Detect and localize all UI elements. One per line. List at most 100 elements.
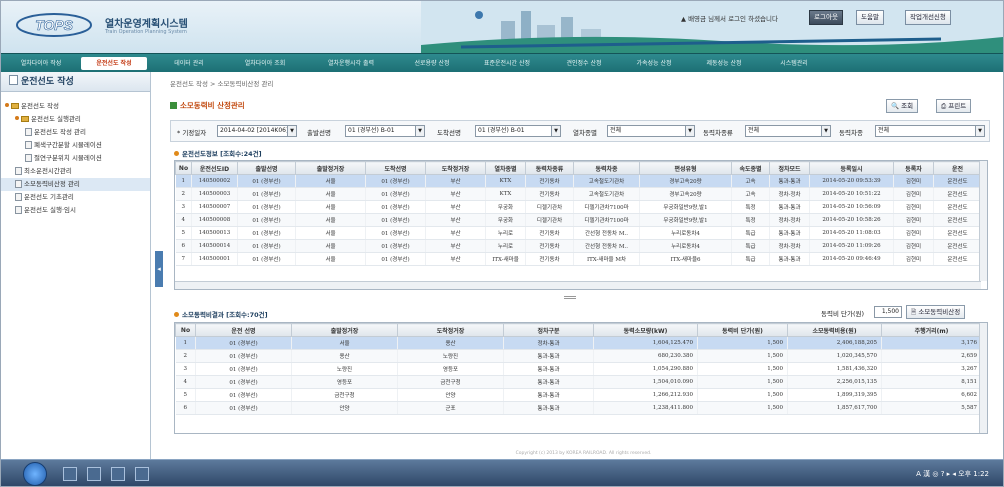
grid1-vertical-scrollbar[interactable] [979, 161, 987, 281]
table-cell: 680,230.380 [593, 349, 698, 363]
column-header[interactable]: 동력소모량(kW) [593, 323, 698, 337]
column-header[interactable]: 등록일시 [809, 161, 894, 175]
calculate-power-cost-button[interactable]: 🗎 소모동력비산정 [906, 305, 966, 319]
table-row[interactable]: 6 140500014 01 (경부선) 서울 01 (경부선) 부산 누리로 전기동차 간선형… [175, 239, 982, 253]
tree-item[interactable]: 운전선도 기초관리 [1, 191, 150, 204]
table-cell: 1,054,290.880 [593, 362, 698, 376]
explorer-icon[interactable] [87, 467, 101, 481]
column-header[interactable]: 도착정거장 [397, 323, 504, 337]
print-button[interactable]: ⎙ 프린트 [936, 99, 972, 113]
panel-splitter[interactable] [564, 296, 576, 299]
table-row[interactable]: 5 01 (경부선) 금천구청 안양 통과-통과 1,266,212.930 1,500 1,… [175, 388, 982, 402]
table-row[interactable]: 7 140500001 01 (경부선) 서울 01 (경부선) 부산 ITX-새마을 전기동… [175, 252, 982, 266]
table-cell: 부산 [425, 187, 486, 201]
date-select[interactable]: 2014-04-02 [2014K06] ▼ [217, 125, 297, 137]
table-cell: 통과-통과 [503, 375, 594, 389]
table-cell: 무궁화 [485, 213, 526, 227]
column-header[interactable]: No [175, 323, 196, 337]
tree-item[interactable]: 소모동력비산정 관리 [1, 178, 150, 191]
table-cell: 1,581,436,320 [787, 362, 882, 376]
table-row[interactable]: 4 140500008 01 (경부선) 서울 01 (경부선) 부산 무궁화 디젤기관차 디젤… [175, 213, 982, 227]
column-header[interactable]: 동력차종 [573, 161, 640, 175]
table-cell: 01 (경부선) [237, 174, 296, 188]
search-button[interactable]: 🔍 조회 [886, 99, 919, 113]
nav-item[interactable]: 가속성능 산정 [623, 57, 685, 70]
column-header[interactable]: 운전 선명 [195, 323, 292, 337]
tops-logo[interactable]: TOPS [15, 11, 93, 39]
tree-item[interactable]: 절연구분위치 시뮬레이션 [1, 152, 150, 165]
depart-line-select[interactable]: 01 (경부선) B-01 ▼ [345, 125, 425, 137]
tree-item[interactable]: 운전선도 실행·임시 [1, 204, 150, 217]
column-header[interactable]: 도착정거장 [425, 161, 486, 175]
media-icon[interactable] [111, 467, 125, 481]
table-cell: 전기동차 [525, 174, 574, 188]
nav-item[interactable]: 선로용량 산정 [403, 57, 461, 70]
table-row[interactable]: 3 01 (경부선) 노량진 영등포 통과-통과 1,054,290.880 1,500 1,… [175, 362, 982, 376]
column-header[interactable]: 출발선명 [237, 161, 296, 175]
nav-item[interactable]: 열차다이아 조회 [229, 57, 301, 70]
settings-request-button[interactable]: 작업개선신청 [905, 10, 951, 25]
nav-item[interactable]: 견인정수 산정 [553, 57, 615, 70]
column-header[interactable]: 동력비 단가(원) [697, 323, 788, 337]
tree-item[interactable]: 운전선도 작성 관리 [1, 126, 150, 139]
table-row[interactable]: 2 140500003 01 (경부선) 서울 01 (경부선) 부산 KTX 전기동차 고속철… [175, 187, 982, 201]
tree-item[interactable]: 최소운전시간관리 [1, 165, 150, 178]
page-title: 소모동력비 산정관리 [170, 100, 245, 111]
nav-item[interactable]: 제동성능 산정 [693, 57, 755, 70]
column-header[interactable]: No [175, 161, 192, 175]
table-cell: 통과-통과 [769, 226, 810, 240]
table-row[interactable]: 4 01 (경부선) 영등포 금천구청 통과-통과 1,504,010.090 1,500 2… [175, 375, 982, 389]
column-header[interactable]: 출발정거장 [295, 161, 366, 175]
column-header[interactable]: 주행거리(m) [881, 323, 982, 337]
table-cell: KTX [485, 174, 526, 188]
logout-button[interactable]: 로그아웃 [809, 10, 843, 25]
table-cell: 영등포 [397, 362, 504, 376]
arrive-line-select[interactable]: 01 (경부선) B-01 ▼ [475, 125, 561, 137]
table-row[interactable]: 6 01 (경부선) 안양 군포 통과-통과 1,238,411.800 1,500 1,85… [175, 401, 982, 415]
column-header[interactable]: 동력차종류 [525, 161, 574, 175]
grid2-vertical-scrollbar[interactable] [979, 323, 987, 433]
column-header[interactable]: 정차구분 [503, 323, 594, 337]
column-header[interactable]: 도착선명 [365, 161, 426, 175]
column-header[interactable]: 열차종별 [485, 161, 526, 175]
power-model-select[interactable]: 전체 ▼ [875, 125, 985, 137]
sidebar-collapse-button[interactable]: ◂ [155, 251, 163, 287]
column-header[interactable]: 정차모드 [769, 161, 810, 175]
tree-item[interactable]: 운전선도 작성 [1, 100, 150, 113]
nav-item[interactable]: 시스템관리 [763, 57, 825, 70]
grid1-horizontal-scrollbar[interactable] [175, 281, 981, 289]
nav-item[interactable]: 열차운행시각 출력 [307, 57, 395, 70]
column-header[interactable]: 속도종별 [731, 161, 770, 175]
nav-item[interactable]: 표준운전시간 산정 [469, 57, 545, 70]
nav-item[interactable]: 데이터 관리 [157, 57, 221, 70]
table-row[interactable]: 2 01 (경부선) 용산 노량진 통과-통과 680,230.380 1,500 1,020… [175, 349, 982, 363]
tree-item[interactable]: 운전선도 실행관리 [1, 113, 150, 126]
nav-item[interactable]: 운전선도 작성 [81, 57, 147, 70]
filter-bar: * 기정일자 2014-04-02 [2014K06] ▼ 출발선명 01 (경부… [170, 120, 990, 142]
table-cell: 2,406,188,205 [787, 336, 882, 350]
table-cell: 영등포 [291, 375, 398, 389]
unit-cost-input[interactable]: 1,500 [874, 306, 902, 318]
column-header[interactable]: 출발정거장 [291, 323, 398, 337]
table-row[interactable]: 1 01 (경부선) 서울 용산 정차-통과 1,604,125.470 1,500 2,40… [175, 336, 982, 350]
start-button[interactable] [23, 462, 47, 486]
table-row[interactable]: 1 140500002 01 (경부선) 서울 01 (경부선) 부산 KTX 전기동차 고속철… [175, 174, 982, 188]
tree-item[interactable]: 폐색구간분할 시뮬레이션 [1, 139, 150, 152]
column-header[interactable]: 편성유형 [639, 161, 732, 175]
ie-icon[interactable] [63, 467, 77, 481]
table-row[interactable]: 3 140500007 01 (경부선) 서울 01 (경부선) 부산 무궁화 디젤기관차 디젤… [175, 200, 982, 214]
nav-item[interactable]: 열차다이아 작성 [7, 57, 75, 70]
column-header[interactable]: 운전 [933, 161, 982, 175]
train-type-select[interactable]: 전체 ▼ [607, 125, 695, 137]
power-type-select[interactable]: 전체 ▼ [745, 125, 831, 137]
window-icon[interactable] [135, 467, 149, 481]
column-header[interactable]: 등록자 [893, 161, 934, 175]
column-header[interactable]: 운전선도ID [191, 161, 238, 175]
column-header[interactable]: 소모동력비용(원) [787, 323, 882, 337]
table-cell: 2014-05-20 10:56:09 [809, 200, 894, 214]
table-cell: 부산 [425, 174, 486, 188]
table-row[interactable]: 5 140500013 01 (경부선) 서울 01 (경부선) 부산 누리로 전기동차 간선형… [175, 226, 982, 240]
table-cell: 군포 [397, 401, 504, 415]
table-cell: ITX-새마을 M차 [573, 252, 640, 266]
help-button[interactable]: 도움말 [856, 10, 884, 25]
